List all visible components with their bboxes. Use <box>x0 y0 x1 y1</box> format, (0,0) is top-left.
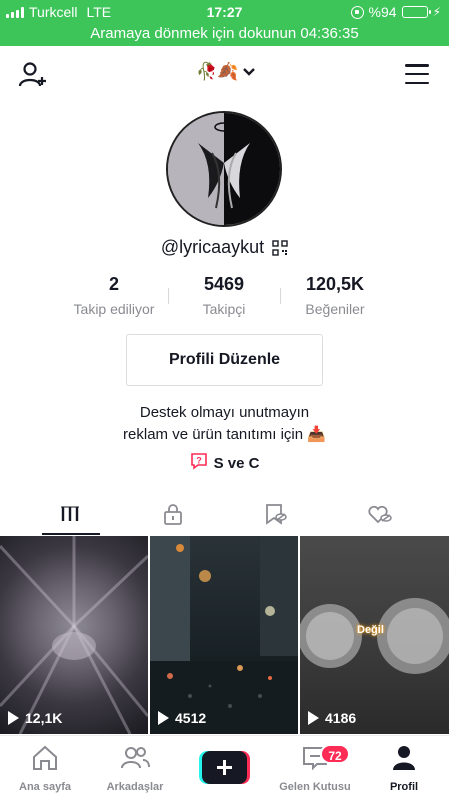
video-grid: 12,1K 4512 Değil 4186 <box>0 536 449 734</box>
add-user-icon[interactable] <box>18 60 48 90</box>
question-icon: ? <box>190 452 208 475</box>
qa-link[interactable]: ? S ve C <box>0 452 449 475</box>
profile-icon <box>393 746 415 770</box>
play-icon <box>308 711 319 725</box>
profile-tabs <box>0 492 449 536</box>
nav-profile[interactable]: Profil <box>359 744 449 793</box>
svg-text:?: ? <box>196 456 202 466</box>
qr-code-icon[interactable] <box>272 239 288 256</box>
nav-home-label: Ana sayfa <box>19 781 71 793</box>
grid-icon <box>61 506 79 521</box>
view-count: 4512 <box>158 710 206 726</box>
username-row: @lyricaaykut <box>0 237 449 258</box>
create-button[interactable] <box>199 751 250 784</box>
view-count-text: 4512 <box>175 710 207 726</box>
video-thumbnail[interactable]: 12,1K <box>0 536 148 734</box>
top-nav: 🥀🍂 <box>0 52 449 98</box>
status-bar: Turkcell LTE 17:27 %94 ⚡ <box>0 0 449 24</box>
followers-label: Takipçi <box>202 301 246 317</box>
battery-icon <box>401 6 431 18</box>
profile-stats: 2 Takip ediliyor 5469 Takipçi 120,5K Beğ… <box>0 274 449 324</box>
bio-line-1: Destek olmayı unutmayın <box>139 404 310 421</box>
tab-videos[interactable] <box>14 492 126 536</box>
chevron-down-icon <box>242 62 256 82</box>
inbox-badge: 72 <box>320 744 350 764</box>
account-switcher[interactable]: 🥀🍂 <box>196 62 256 82</box>
heart-hidden-icon <box>368 505 392 524</box>
following-count: 2 <box>108 274 119 294</box>
battery-percent: %94 <box>368 4 397 20</box>
tab-saved[interactable] <box>220 492 332 536</box>
bio-line-2: reklam ve ürün tanıtımı için 📥 <box>123 426 326 443</box>
following-label: Takip ediliyor <box>73 301 155 317</box>
view-count: 4186 <box>308 710 356 726</box>
avatar[interactable] <box>166 111 282 227</box>
play-icon <box>8 711 19 725</box>
nav-inbox-label: Gelen Kutusu <box>279 781 351 793</box>
nav-friends[interactable]: Arkadaşlar <box>90 744 180 793</box>
status-right: %94 ⚡ <box>350 4 441 20</box>
bookmark-hidden-icon <box>266 504 287 525</box>
play-icon <box>158 711 169 725</box>
nav-friends-label: Arkadaşlar <box>106 781 164 793</box>
video-thumbnail[interactable]: Değil 4186 <box>300 536 449 734</box>
charging-icon: ⚡ <box>432 5 441 19</box>
stat-likes[interactable]: 120,5K Beğeniler <box>275 274 395 317</box>
lock-icon <box>164 504 182 525</box>
home-icon <box>33 745 57 770</box>
bottom-nav: Ana sayfa Arkadaşlar Gelen Kutusu 72 Pro… <box>0 735 449 800</box>
username: @lyricaaykut <box>160 237 265 257</box>
account-emoji: 🥀🍂 <box>196 62 239 81</box>
edit-profile-button[interactable]: Profili Düzenle <box>126 334 323 386</box>
stat-followers[interactable]: 5469 Takipçi <box>164 274 284 317</box>
rotation-lock-icon <box>350 5 364 19</box>
qa-link-text: S ve C <box>213 455 260 472</box>
view-count: 12,1K <box>8 710 62 726</box>
nav-home[interactable]: Ana sayfa <box>0 744 90 793</box>
video-thumbnail[interactable]: 4512 <box>150 536 298 734</box>
bio: Destek olmayı unutmayın reklam ve ürün t… <box>0 402 449 446</box>
followers-count: 5469 <box>203 274 245 294</box>
active-tab-indicator <box>42 533 100 535</box>
view-count-text: 12,1K <box>25 710 63 726</box>
nav-profile-label: Profil <box>389 781 419 793</box>
view-count-text: 4186 <box>325 710 357 726</box>
tab-liked[interactable] <box>324 492 436 536</box>
return-to-call-bar[interactable]: Aramaya dönmek için dokunun 04:36:35 <box>0 24 449 46</box>
likes-label: Beğeniler <box>305 301 365 317</box>
menu-icon[interactable] <box>405 64 429 84</box>
likes-count: 120,5K <box>305 274 365 294</box>
friends-icon <box>121 747 150 769</box>
stat-following[interactable]: 2 Takip ediliyor <box>54 274 174 317</box>
video-overlay-text: Değil <box>357 624 384 636</box>
tab-private[interactable] <box>117 492 229 536</box>
